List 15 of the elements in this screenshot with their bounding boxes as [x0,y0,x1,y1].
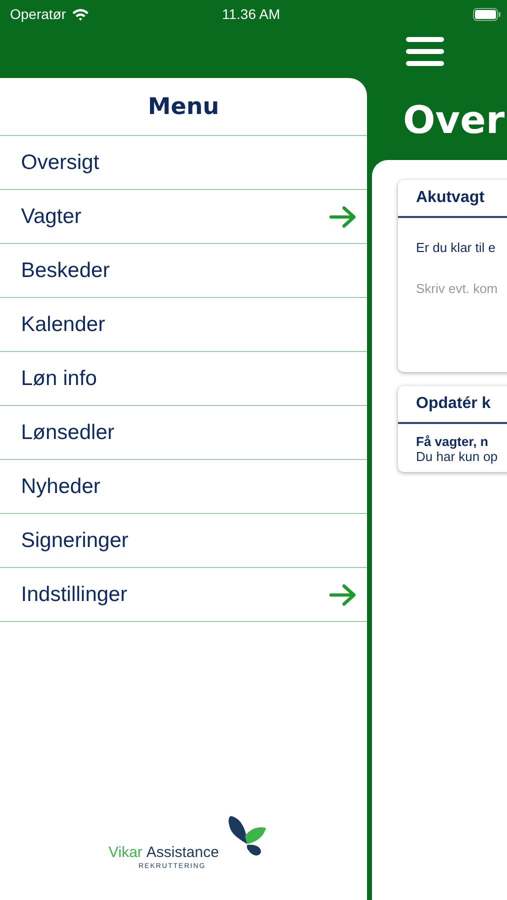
card-text: Du har kun op [416,449,499,464]
battery-icon [473,8,501,20]
card-title: Akutvagt [398,180,507,218]
page-title: Over [403,98,506,144]
card-heading: Få vagter, n [416,434,490,449]
status-time: 11.36 AM [222,6,280,22]
arrow-icon [329,584,357,606]
logo-text: Assistance [146,844,219,861]
arrow-icon [329,206,357,228]
logo-text: Vikar [108,844,142,861]
card-title: Opdatér k [398,386,507,424]
menu-icon[interactable] [406,36,444,68]
carrier-name: Operatør [10,6,66,22]
card-text: Er du klar til e [416,240,496,255]
wifi-icon [72,8,90,20]
